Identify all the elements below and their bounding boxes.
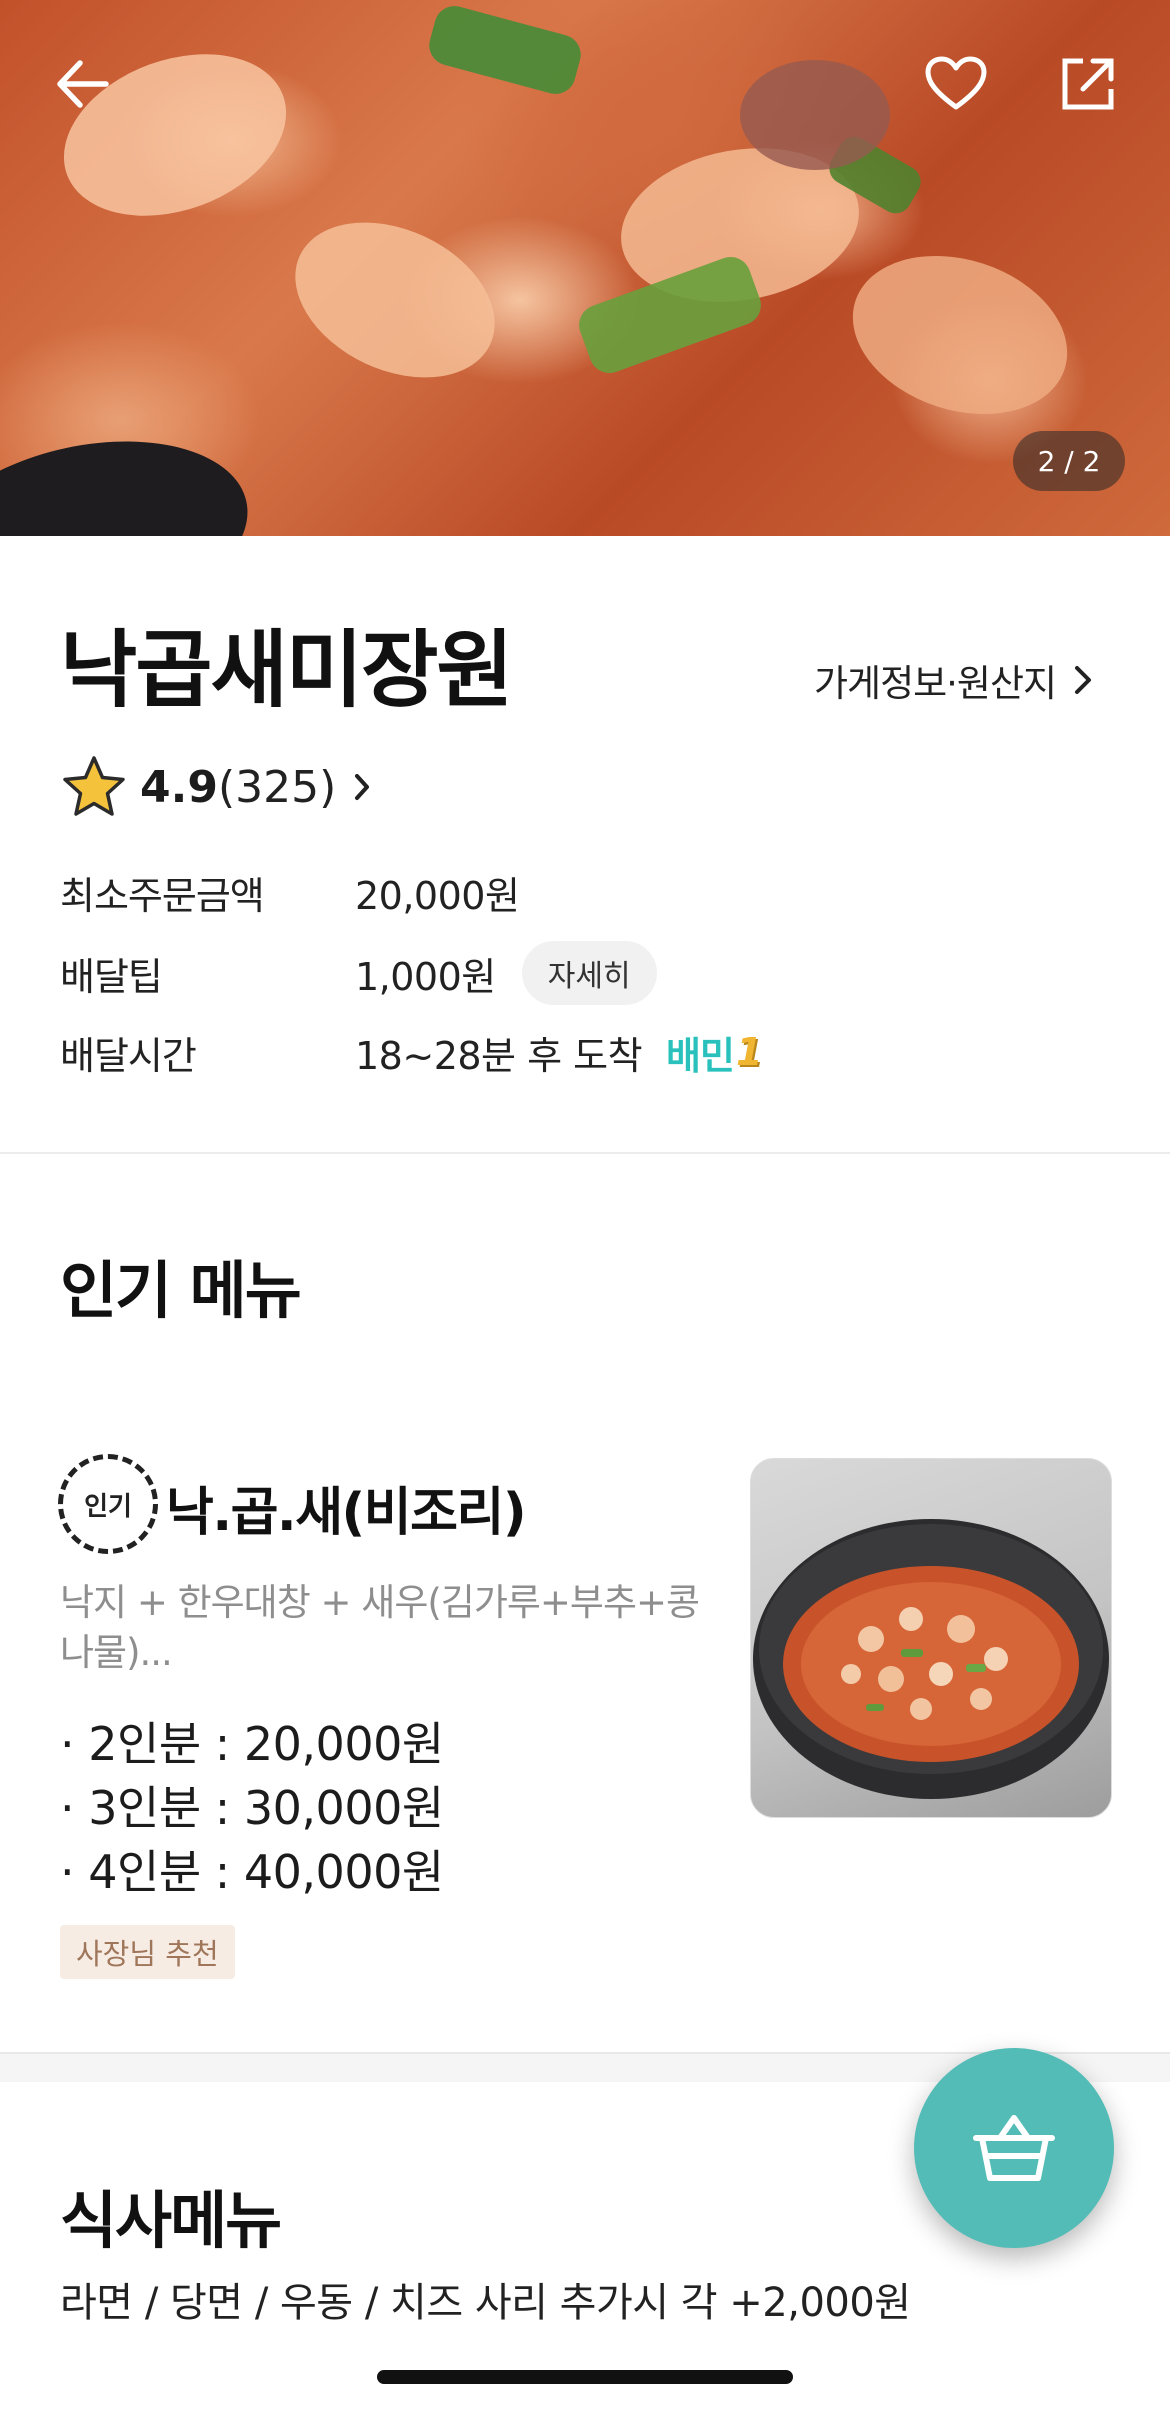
menu-item-image[interactable] [750, 1458, 1112, 1818]
chevron-right-icon [355, 774, 370, 800]
food-bowl-image [753, 1519, 1109, 1799]
delivery-tip-detail-button[interactable]: 자세히 [521, 941, 657, 1005]
popular-badge: 인기 [58, 1454, 158, 1554]
menu-price-3: · 3인분 : 30,000원 [60, 1781, 444, 1835]
chevron-right-icon [1075, 666, 1092, 694]
home-indicator[interactable] [377, 2370, 793, 2384]
meal-menu-note: 라면 / 당면 / 우동 / 치즈 사리 추가시 각 +2,000원 [60, 2280, 911, 2326]
share-button[interactable] [1046, 42, 1130, 126]
favorite-button[interactable] [914, 42, 998, 126]
octopus-shape [740, 60, 890, 170]
share-icon [1062, 58, 1114, 110]
back-arrow-icon [57, 60, 109, 108]
owner-recommend-tag: 사장님 추천 [60, 1925, 235, 1979]
back-button[interactable] [40, 42, 124, 126]
shrimp-shape [832, 229, 1088, 441]
min-order-label: 최소주문금액 [60, 873, 265, 918]
delivery-time-label: 배달시간 [60, 1033, 197, 1078]
baemin-one-badge: 배민 1 [666, 1025, 762, 1080]
popular-menu-title: 인기 메뉴 [60, 1254, 302, 1327]
min-order-value: 20,000원 [355, 873, 520, 918]
star-icon [63, 756, 125, 816]
rating-row[interactable]: 4.9 (325) [60, 752, 370, 822]
heart-icon [925, 56, 987, 110]
menu-price-2: · 2인분 : 20,000원 [60, 1717, 444, 1771]
menu-price-4: · 4인분 : 40,000원 [60, 1845, 444, 1899]
meal-menu-title: 식사메뉴 [60, 2184, 282, 2257]
baemin-one-text: 배민 [666, 1033, 735, 1078]
photo-counter: 2 / 2 [1013, 431, 1125, 491]
store-info-label: 가게정보·원산지 [814, 662, 1057, 705]
delivery-tip-value: 1,000원 [355, 954, 496, 999]
delivery-tip-label: 배달팁 [60, 954, 163, 999]
baemin-one-number: 1 [735, 1030, 762, 1074]
rating-score: 4.9 [140, 761, 218, 813]
min-order-row: 최소주문금액 20,000원 [60, 862, 520, 922]
green-onion-shape [424, 1, 586, 99]
store-hero-photo[interactable]: 2 / 2 [0, 0, 1170, 536]
cart-button[interactable] [914, 2048, 1114, 2248]
delivery-time-row: 배달시간 18~28분 후 도착 배민 1 [60, 1022, 762, 1082]
delivery-tip-row: 배달팁 1,000원 자세히 [60, 941, 657, 1005]
store-name: 낙곱새미장원 [60, 621, 514, 719]
shrimp-shape [270, 192, 520, 408]
delivery-time-value: 18~28분 후 도착 [355, 1033, 643, 1078]
menu-item-description: 낙지 + 한우대창 + 새우(김가루+부추+콩나물)... [60, 1581, 700, 1674]
section-divider [0, 1152, 1170, 1154]
store-info-link[interactable]: 가게정보·원산지 [814, 652, 1092, 708]
review-count: (325) [217, 761, 337, 813]
shopping-basket-icon [973, 2115, 1055, 2181]
menu-item-name[interactable]: 낙.곱.새(비조리) [166, 1470, 527, 1545]
pan-edge [0, 413, 266, 536]
